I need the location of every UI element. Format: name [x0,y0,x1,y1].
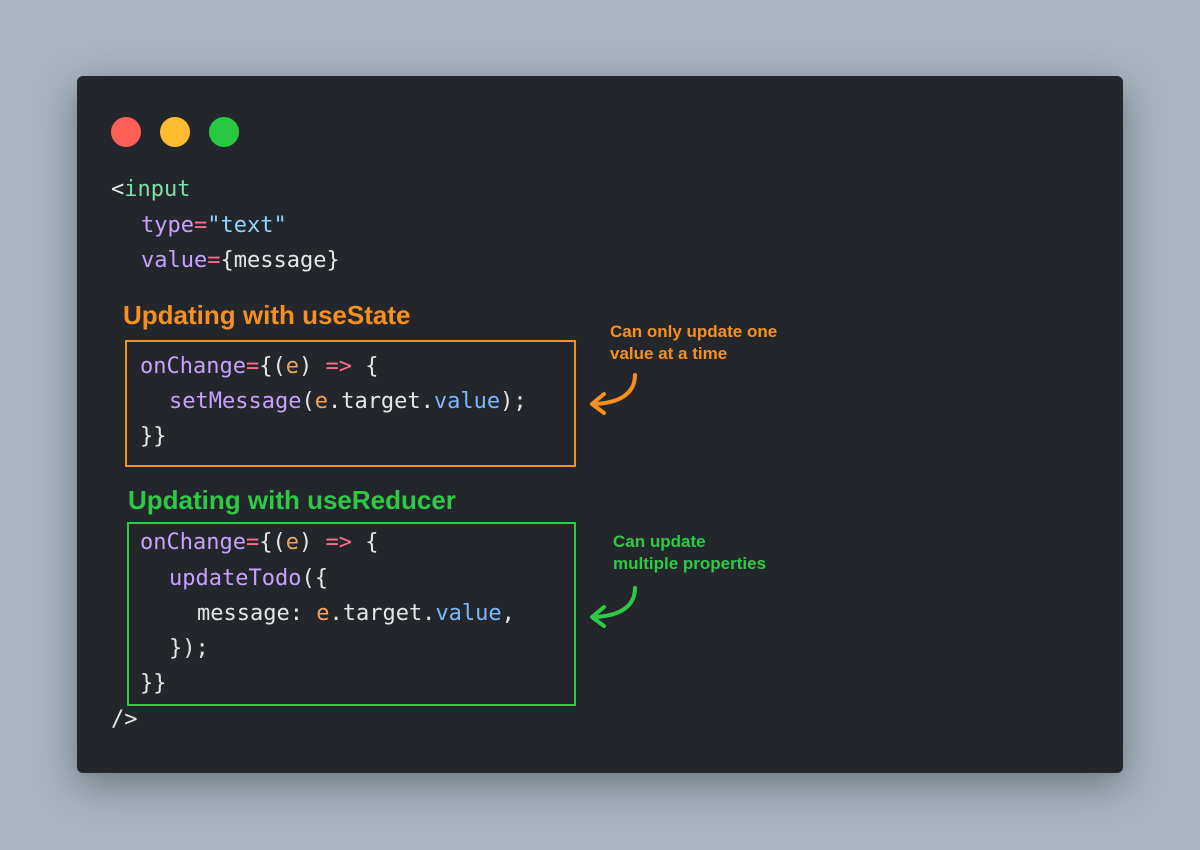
use-state-title: Updating with useState [123,300,411,330]
minimize-dot-icon[interactable] [160,117,190,147]
code-window: <input type="text" value={message} Updat… [77,76,1123,773]
param-e: e [285,354,299,379]
update-todo-fn: updateTodo [169,566,302,591]
code-line-value: value={message} [141,246,340,276]
type-attr: type [141,213,194,238]
arrow-operator: => [325,530,352,555]
target-access: .target. [327,389,434,414]
close-paren-semicolon: ); [500,389,527,414]
use-reducer-line-4: }); [169,636,209,661]
close-dot-icon[interactable] [111,117,141,147]
open-brace-paren: {( [259,354,286,379]
open-brace: { [351,530,379,555]
tag-name: input [124,177,191,202]
use-state-line-3: }} [140,424,167,449]
param-e: e [314,389,328,414]
open-bracket: < [111,177,125,202]
value-prop: value [433,389,501,414]
use-reducer-note-line-1: Can update [613,532,706,551]
use-state-line-2: setMessage(e.target.value); [169,387,527,417]
code-line-close-tag: /> [111,707,138,732]
close-paren: ) [298,530,313,555]
value-expr: {message} [220,248,340,273]
type-value: "text" [207,213,287,238]
value-eq: = [207,248,221,273]
close-paren: ) [298,354,313,379]
param-e: e [285,530,299,555]
open-brace-paren: {( [259,530,286,555]
maximize-dot-icon[interactable] [209,117,239,147]
param-e: e [316,601,330,626]
use-state-line-1: onChange={(e) => { [140,352,378,382]
comma: , [501,601,515,626]
open-brace: { [351,354,379,379]
use-reducer-note: Can update multiple properties [613,531,766,575]
onchange-attr: onChange [140,354,246,379]
arrow-operator: => [325,354,352,379]
code-line-type: type="text" [141,211,287,241]
use-reducer-curved-arrow-icon [590,586,637,628]
use-reducer-line-1: onChange={(e) => { [140,528,378,558]
use-reducer-title: Updating with useReducer [128,485,456,515]
use-state-note: Can only update one value at a time [610,321,777,365]
use-reducer-note-line-2: multiple properties [613,554,767,573]
onchange-attr: onChange [140,530,246,555]
set-message-fn: setMessage [169,389,302,414]
use-state-note-line-2: value at a time [610,344,728,363]
use-reducer-line-5: }} [140,671,167,696]
type-eq: = [193,213,208,238]
onchange-eq: = [245,530,260,555]
use-state-curved-arrow-icon [590,373,637,415]
use-reducer-line-3: message: e.target.value, [197,599,515,629]
use-state-note-line-1: Can only update one [610,322,778,341]
onchange-eq: = [245,354,260,379]
code-line-open-tag: <input [111,175,190,205]
open-paren-brace: ({ [301,566,328,591]
message-key: message: [197,601,317,626]
open-paren: ( [301,389,315,414]
target-access: .target. [329,601,436,626]
use-reducer-line-2: updateTodo({ [169,564,328,594]
value-prop: value [435,601,502,626]
value-attr: value [141,248,208,273]
